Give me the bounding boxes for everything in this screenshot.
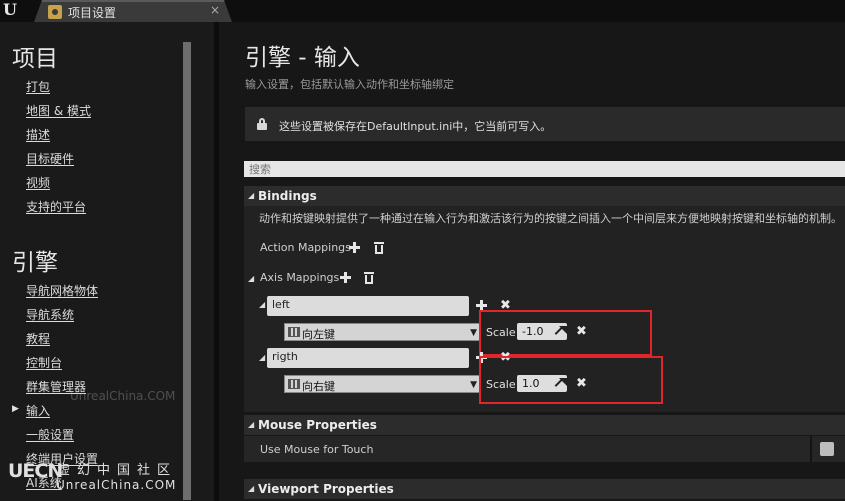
axis-name-field-rigth[interactable]: rigth (267, 348, 469, 368)
add-axis-mapping-icon[interactable] (340, 272, 351, 283)
category-bindings[interactable]: ◢ Bindings (244, 186, 845, 206)
clear-action-mappings-icon[interactable] (374, 242, 384, 254)
page-subtitle: 输入设置，包括默认输入动作和坐标轴绑定 (245, 78, 454, 91)
sidebar-scrollbar[interactable] (183, 42, 191, 500)
use-mouse-for-touch-row: Use Mouse for Touch (244, 436, 845, 462)
config-notice: 这些设置被保存在DefaultInput.ini中，它当前可写入。 (245, 107, 845, 141)
sidebar-item-navmesh[interactable]: 导航网格物体 (26, 282, 98, 299)
title-bar: U 项目设置 × (0, 0, 845, 22)
collapse-arrow-icon: ◢ (248, 420, 255, 429)
use-mouse-for-touch-label: Use Mouse for Touch (260, 443, 374, 456)
collapse-arrow-icon: ◢ (248, 484, 255, 493)
key-select-rigth[interactable]: 向右键 ▼ (284, 375, 480, 393)
sidebar-item-description[interactable]: 描述 (26, 126, 50, 143)
axis-mappings-label: Axis Mappings (260, 271, 340, 284)
key-select-label: 向左键 (302, 328, 335, 341)
dropdown-arrow-icon: ▼ (470, 380, 477, 390)
category-title: Bindings (258, 189, 317, 203)
tab-project-settings[interactable]: 项目设置 × (34, 0, 232, 22)
bindings-description: 动作和按键映射提供了一种通过在输入行为和激活该行为的按键之间插入一个中间层来方便… (259, 212, 842, 225)
category-title: Mouse Properties (258, 418, 377, 432)
notice-text: 这些设置被保存在DefaultInput.ini中，它当前可写入。 (279, 120, 552, 133)
collapse-arrow-icon: ◢ (248, 191, 255, 200)
unlock-icon (257, 118, 267, 130)
watermark-en: UnrealChina.COM (56, 478, 177, 492)
add-action-mapping-icon[interactable] (349, 242, 360, 253)
watermark-overlay: UnrealChina.COM (70, 389, 176, 403)
settings-gear-icon (48, 5, 62, 19)
sidebar-item-navigation-system[interactable]: 导航系统 (26, 306, 74, 323)
highlight-box-rigth (479, 356, 663, 404)
settings-sidebar: 项目 打包 地图 & 模式 描述 目标硬件 视频 支持的平台 引擎 导航网格物体… (0, 22, 219, 501)
key-select-label: 向右键 (302, 380, 335, 393)
sidebar-item-movies[interactable]: 视频 (26, 174, 50, 191)
sidebar-item-console[interactable]: 控制台 (26, 354, 62, 371)
sidebar-section-engine: 引擎 (12, 250, 58, 276)
search-input[interactable] (244, 161, 845, 177)
sidebar-item-tutorials[interactable]: 教程 (26, 330, 50, 347)
keyboard-icon (288, 379, 300, 389)
settings-panel: 引擎 - 输入 输入设置，包括默认输入动作和坐标轴绑定 这些设置被保存在Defa… (219, 22, 845, 501)
sidebar-item-general-settings[interactable]: 一般设置 (26, 426, 74, 443)
axis-mappings-arrow-icon[interactable]: ◢ (248, 274, 254, 283)
watermark-logo: UECN (8, 460, 63, 482)
axis-left-arrow-icon[interactable]: ◢ (259, 300, 265, 309)
keyboard-icon (288, 327, 300, 337)
key-select-left[interactable]: 向左键 ▼ (284, 323, 480, 341)
tab-label: 项目设置 (68, 6, 117, 20)
category-viewport-properties[interactable]: ◢ Viewport Properties (244, 479, 845, 499)
sidebar-section-project: 项目 (12, 46, 58, 72)
unreal-logo-icon: U (3, 0, 17, 19)
dropdown-arrow-icon: ▼ (470, 328, 477, 338)
action-mappings-label: Action Mappings (260, 241, 351, 254)
page-title: 引擎 - 输入 (245, 45, 360, 71)
sidebar-item-input[interactable]: 输入 (26, 402, 50, 419)
column-divider (810, 436, 812, 462)
axis-name-field-left[interactable]: left (267, 296, 469, 316)
sidebar-item-target-hardware[interactable]: 目标硬件 (26, 150, 74, 167)
sidebar-item-packaging[interactable]: 打包 (26, 78, 50, 95)
watermark-cn: 虚幻中国社区 (57, 463, 178, 478)
use-mouse-for-touch-checkbox[interactable] (820, 442, 834, 456)
tab-close-icon[interactable]: × (210, 3, 220, 17)
clear-axis-mappings-icon[interactable] (364, 272, 374, 284)
selected-arrow-icon: ▶ (12, 404, 19, 414)
sidebar-item-maps-modes[interactable]: 地图 & 模式 (26, 102, 91, 119)
sidebar-item-supported-platforms[interactable]: 支持的平台 (26, 198, 86, 215)
category-mouse-properties[interactable]: ◢ Mouse Properties (244, 415, 845, 435)
category-title: Viewport Properties (258, 482, 394, 496)
axis-rigth-arrow-icon[interactable]: ◢ (259, 353, 265, 362)
